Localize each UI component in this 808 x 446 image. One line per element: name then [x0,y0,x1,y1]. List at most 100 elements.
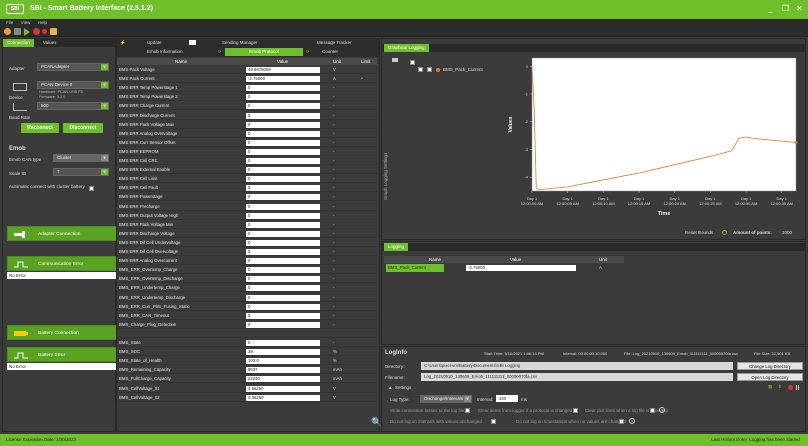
table-row[interactable] [117,330,377,338]
tab-values[interactable]: Values [39,39,60,47]
table-row[interactable]: BMS_CellVoltage_02 3.56250 V [117,394,377,402]
table-row[interactable]: BMS ERR Pack Voltage Max 0 - [117,121,377,129]
battery-connection-status: Battery Connection [7,325,117,340]
table-row[interactable]: BMS ERR Cell Fault 0 - [117,184,377,193]
can-type-select[interactable]: Cluster ▼ [53,154,109,162]
table-row[interactable]: BMS_ERR_Undertemp_Charge 0 - [117,284,377,293]
table-row[interactable]: BMS ERR Dif Cell Undervoltage 0 - [117,239,377,247]
auto-connect-checkbox[interactable] [89,186,94,191]
table-row[interactable]: BMS ERR Dif Cell Overvoltage 0 - [117,248,377,257]
menu-file[interactable]: File [6,19,13,26]
help-icon[interactable]: ? [629,418,635,424]
close-button[interactable]: ✕ [796,4,803,13]
table-row[interactable]: BMS_ERR_Overtemp_Discharge 0 - [117,275,377,284]
table-row[interactable]: BMS ERR Analog Overcurrent 0 - [117,257,377,266]
reset-bounds-icon[interactable] [722,230,727,235]
tab-graphical-logging[interactable]: Graphical Logging [384,44,429,52]
table-row[interactable]: BMS ERR Discharge Current 0 - [117,112,377,120]
scale-id-select[interactable]: 7 ▼ [53,168,109,176]
stop-record-icon[interactable] [42,29,47,34]
table-row[interactable]: BMS ERR Discharge Voltage 0 - [117,230,377,238]
download-icon[interactable]: ⬇ [778,384,782,390]
pause-icon[interactable] [796,385,797,390]
settings-collapse-icon[interactable]: ▲ [388,385,392,390]
open-log-directory-button[interactable]: Open Log Directory [737,373,803,381]
tab-update[interactable]: Update [147,40,162,45]
menu-view[interactable]: View [21,19,31,26]
tab-emob-protocol[interactable]: Emob Protocol [225,48,303,56]
row-name: BMS ERR Discharge Current [119,112,175,118]
minimize-button[interactable]: _ [768,4,772,13]
opt-clear-plot-checkbox[interactable] [650,408,655,413]
row-value: 0 [246,194,320,201]
opt-clear-items-checkbox[interactable] [573,408,578,413]
baud-select[interactable]: 500 ▼ [37,102,109,110]
table-row[interactable]: BMS ERR Precharge 0 - [117,203,377,211]
reconnect-button[interactable]: Reconnect [21,123,59,133]
row-value: 49.6875000 [246,67,320,73]
table-row[interactable]: BMS Pack Voltage 49.6875000 V [117,66,377,75]
record-icon[interactable] [33,28,40,35]
change-log-directory-button[interactable]: Change Log Directory [737,362,803,370]
table-row[interactable]: BMS_ERR_CAN_Timeout 0 - [117,312,377,320]
table-row[interactable]: BMS_FullCharge_Capacity 22240 mAh [117,375,377,384]
table-row[interactable]: BMS ERR Output Voltage High 0 - [117,212,377,220]
reload-icon[interactable] [14,28,21,35]
tab-message-tracker[interactable]: Message Tracker [317,40,352,45]
device-select[interactable]: PCAN Device 0 ▼ [37,81,109,89]
table-row[interactable]: BMS_ERR_Undertemp_Discharge 0 - [117,294,377,302]
table-row[interactable]: BMS_CellVoltage_01 3.56250 V [117,385,377,393]
maximize-button[interactable]: ❐ [782,4,789,13]
series-checkbox-3[interactable] [427,67,432,72]
col-value: Value [277,59,289,64]
table-row[interactable]: BMS ERR Temp Powerstage 2 0 - [117,93,377,102]
play-icon[interactable] [24,28,30,36]
table-row[interactable]: BMS ERR Cell Limit 0 - [117,175,377,184]
disconnect-button[interactable]: Disconnect [63,123,103,133]
table-row[interactable]: BMS ERR Powerstage 0 - [117,193,377,202]
chevron-down-icon: ▼ [101,64,108,70]
table-row[interactable]: BMS ERR Curr Sensor Offset 0 - [117,139,377,147]
graph-expand-icon[interactable] [392,58,398,62]
log-type-select[interactable]: Onchange/Intervals ▼ [420,395,472,403]
tab-logging[interactable]: Logging [384,243,409,251]
series-checkbox-1[interactable] [410,60,415,65]
menu-help[interactable]: Help [38,19,47,26]
table-row[interactable]: BMS Pack Current -2.75000 A • [117,75,377,84]
table-row[interactable]: BMS_Charge_Plug_Detection 0 - [117,321,377,329]
table-row[interactable]: BMS ERR Charge Current 0 - [117,102,377,111]
opt-unchanged-checkbox[interactable] [491,419,496,424]
series-checkbox-2[interactable] [418,67,423,72]
opt-connection-losses-checkbox[interactable] [465,408,470,413]
folder-icon[interactable] [50,28,57,35]
table-row[interactable]: BMS_SOC 38% [117,348,377,357]
adapter-select[interactable]: PCANAdapter ▼ [37,63,109,71]
tab-connection[interactable]: Connection [3,39,34,47]
table-row[interactable]: BMS ERR Temp Powerstage 1 0 - [117,84,377,93]
table-row[interactable]: BMS_State 0 - [117,339,377,348]
filename-field[interactable]: Log_20210910_130609_Emob_111111111_00000… [421,373,733,381]
tab-emob-information[interactable]: Emob Information [147,49,183,54]
table-row[interactable]: BMS_State_of_Health 100.0% [117,357,377,366]
table-row[interactable]: BMS_ERR_Curr_Plim_Fusing_Static 0 - [117,303,377,311]
table-row[interactable]: BMS ERR Pack Voltage Min 0 - [117,221,377,229]
record-icon[interactable] [788,385,793,390]
directory-field[interactable]: C:\Users\pixel-vm\Battery\Documents\SBI … [421,362,733,370]
logging-row[interactable]: BMS_Pack_Current -2.75000 A [384,264,624,272]
tab-sending-manager[interactable]: Sending Manager [222,40,258,45]
help-icon[interactable]: ? [659,407,665,413]
opt-timestamps-checkbox[interactable] [619,419,624,424]
row-name: BMS_CellVoltage_02 [119,394,160,400]
interval-field[interactable]: 100 [496,395,518,402]
signal-icon [14,261,28,268]
settings-icon[interactable] [4,28,11,35]
table-row[interactable]: BMS_Remaining_Capacity 8537 mAh [117,366,377,375]
export-icon[interactable]: ▦ [768,384,772,390]
table-row[interactable]: BMS ERR External Enable 0 - [117,166,377,175]
table-row[interactable]: BMS_ERR_Overtemp_Charge 0 - [117,266,377,275]
table-row[interactable]: BMS ERR Cell CRC 0 - [117,157,377,166]
table-row[interactable]: BMS ERR Analog Overvoltage 0 - [117,130,377,138]
table-row[interactable]: BMS ERR EEPROM 0 - [117,148,377,156]
tab-counter[interactable]: Counter [322,49,338,54]
menu-bar: File View Help [0,19,808,26]
